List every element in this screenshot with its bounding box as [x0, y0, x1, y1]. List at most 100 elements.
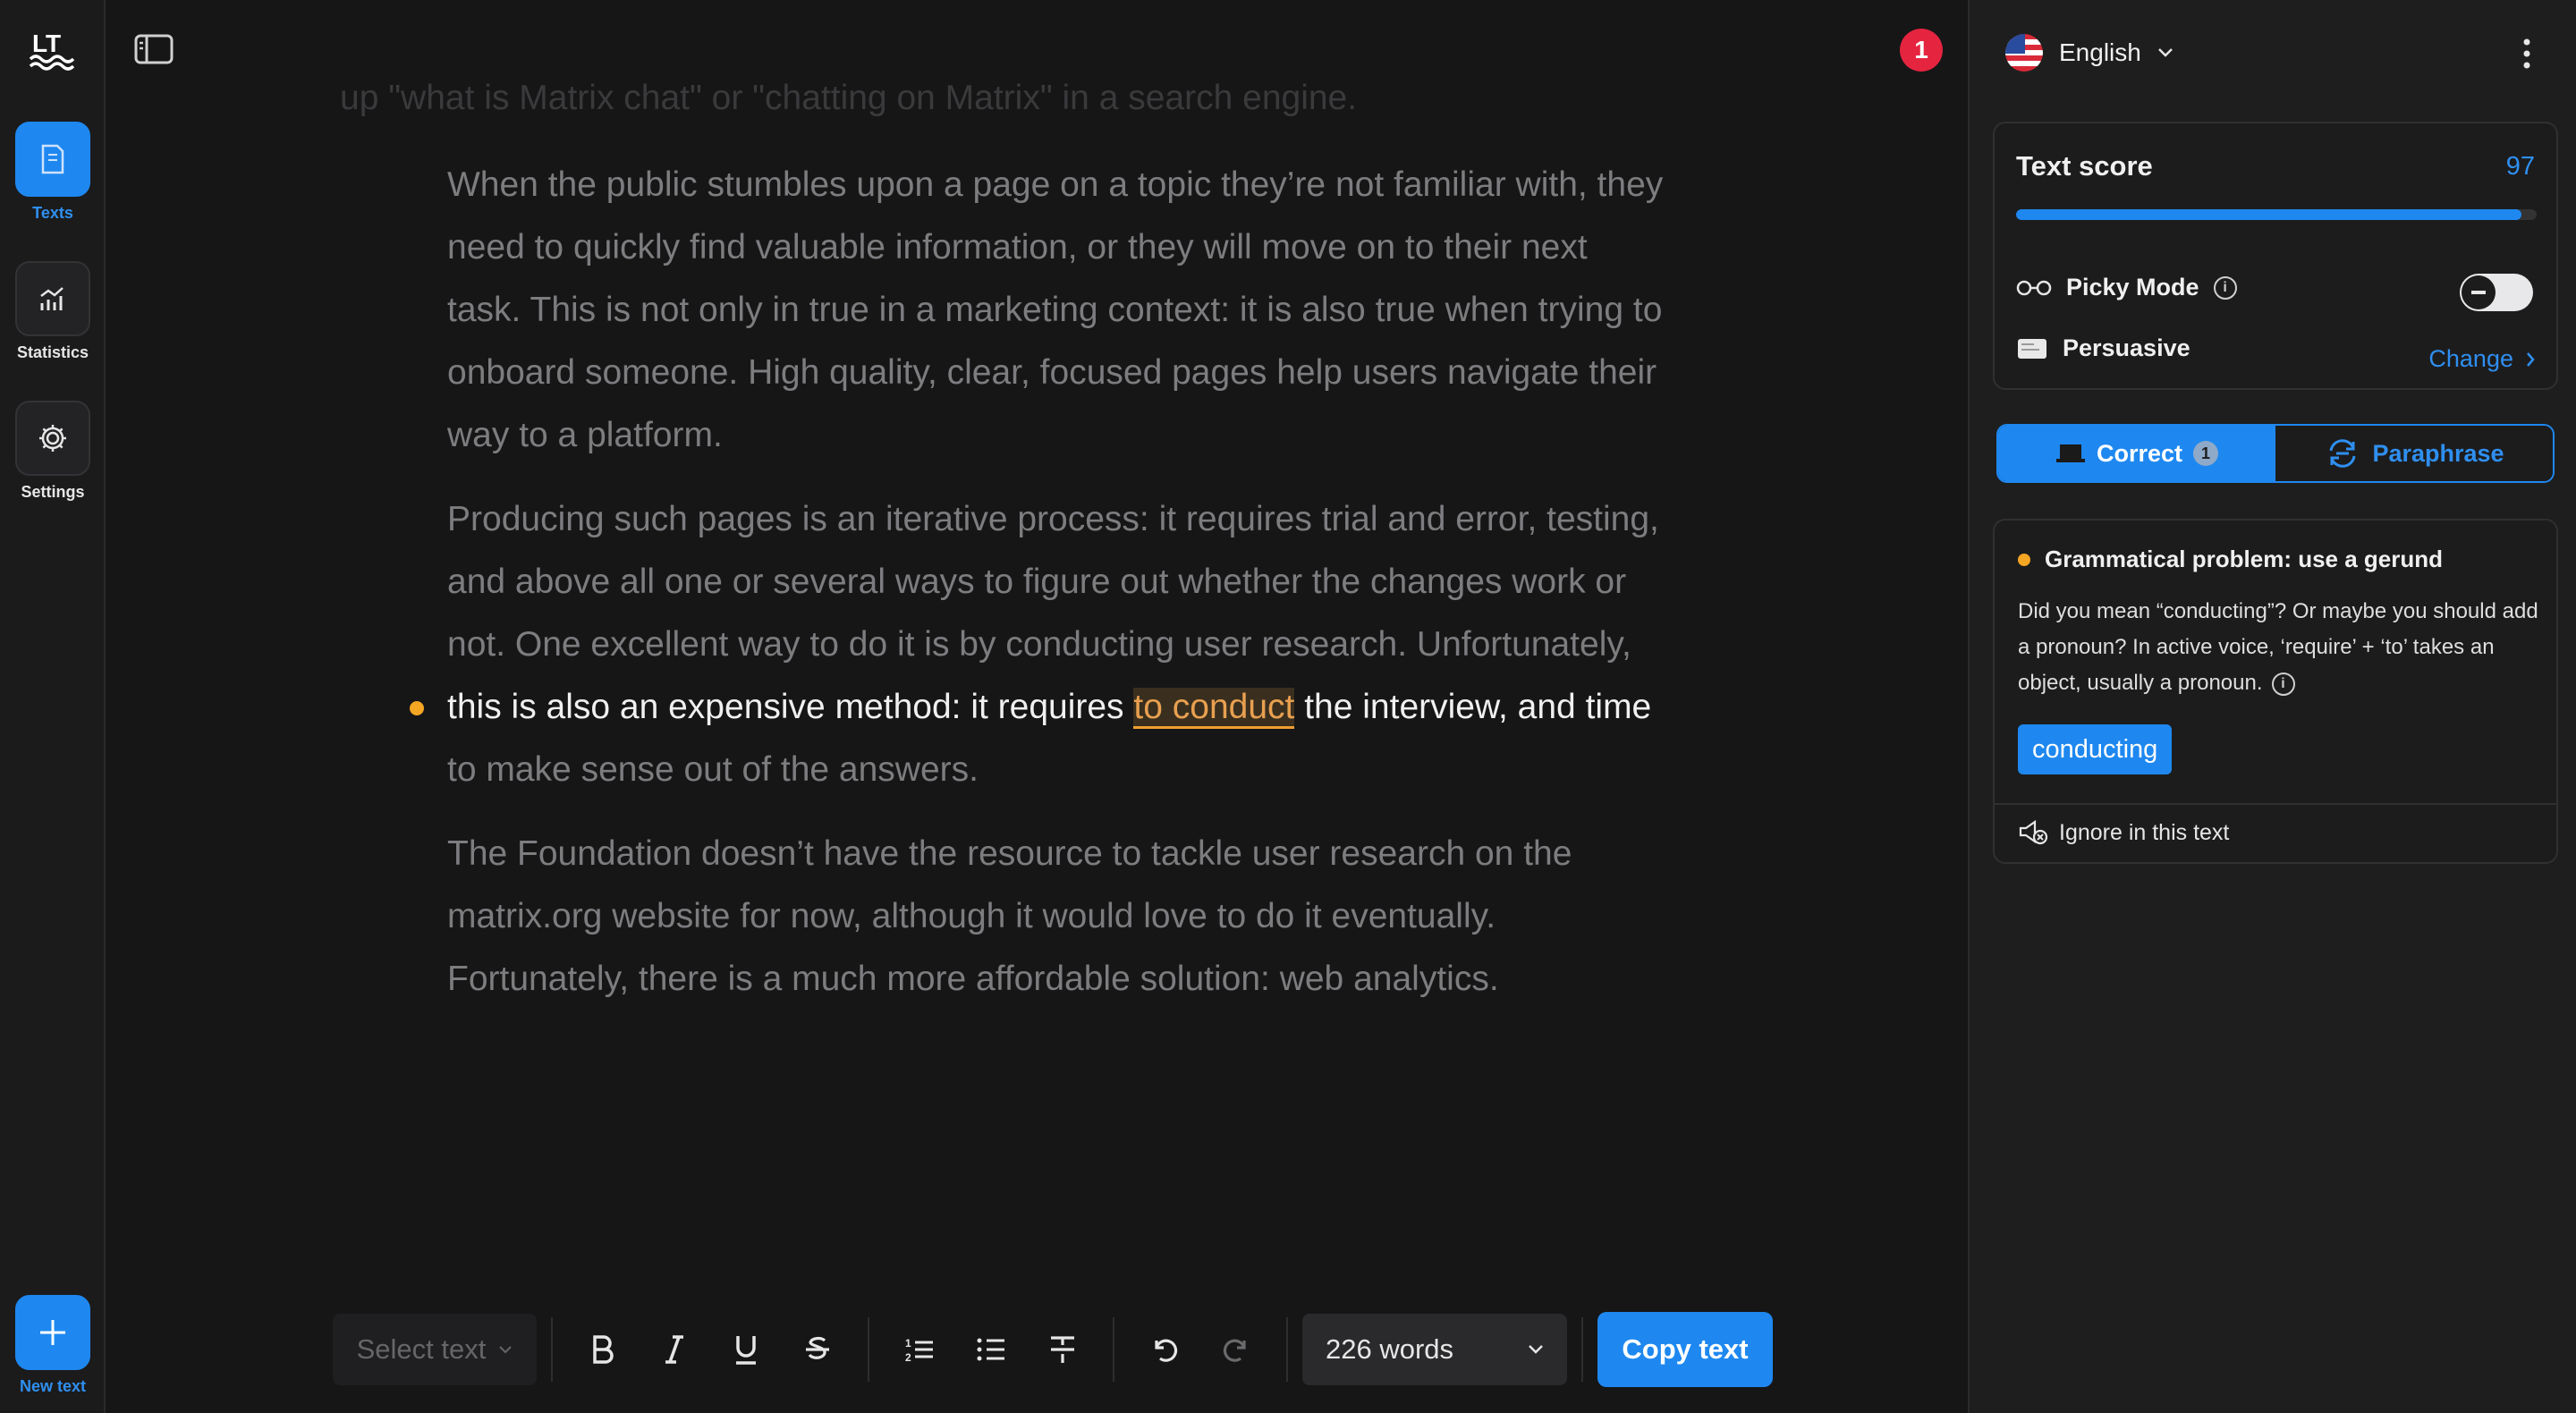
underline-icon — [736, 1336, 756, 1365]
document-icon — [41, 144, 64, 174]
text-score-card: Text score 97 Picky Mode i Persuasive Ch… — [1993, 122, 2558, 390]
plus-icon — [40, 1320, 65, 1345]
bold-button[interactable] — [574, 1321, 631, 1378]
glasses-icon — [2016, 280, 2052, 295]
undo-icon — [1155, 1339, 1178, 1362]
strikethrough-button[interactable] — [789, 1321, 846, 1378]
issue-divider — [1995, 803, 2556, 805]
tab-correct[interactable]: Correct 1 — [1998, 426, 2275, 481]
suggestion-button[interactable]: conducting — [2018, 724, 2173, 774]
numbered-list-icon: 12 — [905, 1337, 933, 1364]
info-icon[interactable]: i — [2271, 672, 2295, 696]
text-line: not. One excellent way to do it is by co… — [447, 625, 1631, 664]
chevron-right-icon — [2527, 351, 2535, 367]
assistant-panel: English Text score 97 Picky Mode i Persu… — [1968, 0, 2576, 1413]
text-line: When the public stumbles upon a page on … — [447, 165, 1664, 204]
chart-icon — [40, 287, 64, 310]
text-line: to make sense out of the answers. — [447, 750, 979, 789]
chevron-down-icon — [1529, 1345, 1543, 1354]
redo-icon — [1223, 1339, 1246, 1362]
issue-title: Grammatical problem: use a gerund — [2018, 546, 2443, 573]
paragraph-1: When the public stumbles upon a page on … — [447, 154, 1664, 467]
writing-style-label: Persuasive — [2063, 334, 2190, 361]
new-text-button[interactable] — [15, 1295, 90, 1370]
text-score-bar — [2016, 209, 2537, 220]
app-window: LT Texts Statistics Settings New text 1 … — [0, 0, 2576, 1413]
issue-severity-dot — [2018, 553, 2030, 566]
rail-label-texts: Texts — [32, 204, 73, 222]
laptop-icon — [2055, 444, 2085, 462]
text-segment: the interview, and time — [1294, 688, 1652, 726]
redo-button[interactable] — [1208, 1321, 1265, 1378]
ignore-label: Ignore in this text — [2059, 819, 2230, 845]
envelope-icon — [2018, 338, 2046, 359]
picky-mode-label: Picky Mode — [2066, 274, 2199, 300]
rail-item-settings[interactable]: Settings — [15, 401, 90, 502]
writing-style-row: Persuasive — [2016, 334, 2190, 362]
language-selector[interactable]: English — [2005, 34, 2174, 72]
undo-button[interactable] — [1136, 1321, 1193, 1378]
clear-format-icon — [1051, 1336, 1074, 1363]
more-options-icon[interactable] — [2522, 38, 2531, 70]
underline-button[interactable] — [717, 1321, 775, 1378]
rail-item-statistics[interactable]: Statistics — [15, 261, 90, 362]
ignore-icon — [2019, 819, 2048, 845]
tab-correct-count: 1 — [2193, 441, 2219, 466]
text-line: task. This is not only in true in a mark… — [447, 291, 1663, 329]
numbered-list-button[interactable]: 12 — [891, 1321, 948, 1378]
error-count-badge[interactable]: 1 — [1900, 29, 1943, 72]
language-label: English — [2059, 38, 2141, 66]
info-icon[interactable]: i — [2213, 275, 2237, 300]
text-line: The Foundation doesn’t have the resource… — [447, 834, 1572, 873]
rail-label-settings: Settings — [21, 483, 85, 501]
issue-card[interactable]: Grammatical problem: use a gerund Did yo… — [1993, 519, 2558, 864]
toolbar-divider — [1286, 1317, 1288, 1382]
bullet-list-icon — [977, 1338, 1004, 1361]
formatting-toolbar: Select text 12 226 words Copy text — [333, 1312, 1773, 1387]
rail-item-new-text[interactable]: New text — [15, 1295, 90, 1396]
select-text-dropdown[interactable]: Select text — [333, 1314, 537, 1385]
left-rail: LT Texts Statistics Settings New text — [0, 0, 106, 1413]
change-style-link[interactable]: Change — [2428, 345, 2535, 373]
italic-button[interactable] — [646, 1321, 703, 1378]
copy-text-button[interactable]: Copy text — [1597, 1312, 1773, 1387]
word-count-label: 226 words — [1326, 1333, 1454, 1365]
issue-title-text: Grammatical problem: use a gerund — [2045, 546, 2444, 572]
statistics-button[interactable] — [15, 261, 90, 336]
mode-tabs: Correct 1 Paraphrase — [1996, 424, 2555, 483]
bullet-list-button[interactable] — [962, 1321, 1020, 1378]
texts-button[interactable] — [15, 122, 90, 197]
settings-button[interactable] — [15, 401, 90, 476]
change-label: Change — [2428, 345, 2513, 372]
picky-mode-toggle[interactable] — [2460, 274, 2533, 311]
svg-text:LT: LT — [32, 30, 61, 57]
sidebar-toggle-icon[interactable] — [134, 34, 174, 64]
toolbar-divider — [1581, 1317, 1583, 1382]
paragraph-3: The Foundation doesn’t have the resource… — [447, 823, 1655, 1011]
tab-paraphrase[interactable]: Paraphrase — [2275, 426, 2553, 481]
toolbar-divider — [868, 1317, 869, 1382]
select-text-label: Select text — [356, 1333, 487, 1365]
text-score-value: 97 — [2505, 152, 2535, 181]
gear-icon — [39, 425, 66, 452]
svg-text:1: 1 — [905, 1337, 911, 1350]
word-count-dropdown[interactable]: 226 words — [1302, 1314, 1567, 1385]
issue-marker-dot[interactable] — [410, 701, 424, 715]
faded-text-line: up "what is Matrix chat" or "chatting on… — [340, 79, 1358, 117]
toolbar-divider — [551, 1317, 553, 1382]
tab-correct-label: Correct — [2096, 439, 2183, 467]
error-highlight[interactable]: to conduct — [1133, 688, 1295, 729]
bold-icon — [593, 1335, 614, 1364]
clear-format-button[interactable] — [1034, 1321, 1091, 1378]
text-segment: this is also an expensive method: it req… — [447, 688, 1134, 726]
text-content[interactable]: When the public stumbles upon a page on … — [410, 154, 1699, 1032]
rail-item-texts[interactable]: Texts — [15, 122, 90, 223]
us-flag-icon — [2005, 34, 2043, 72]
text-line: and above all one or several ways to fig… — [447, 563, 1627, 601]
paragraph-2: Producing such pages is an iterative pro… — [410, 488, 1659, 801]
active-text-line: this is also an expensive method: it req… — [410, 676, 1655, 739]
languagetool-logo-icon[interactable]: LT — [27, 27, 77, 72]
text-line: Fortunately, there is a much more afford… — [447, 960, 1499, 998]
text-line: matrix.org website for now, although it … — [447, 897, 1496, 935]
ignore-button[interactable]: Ignore in this text — [2018, 819, 2229, 846]
